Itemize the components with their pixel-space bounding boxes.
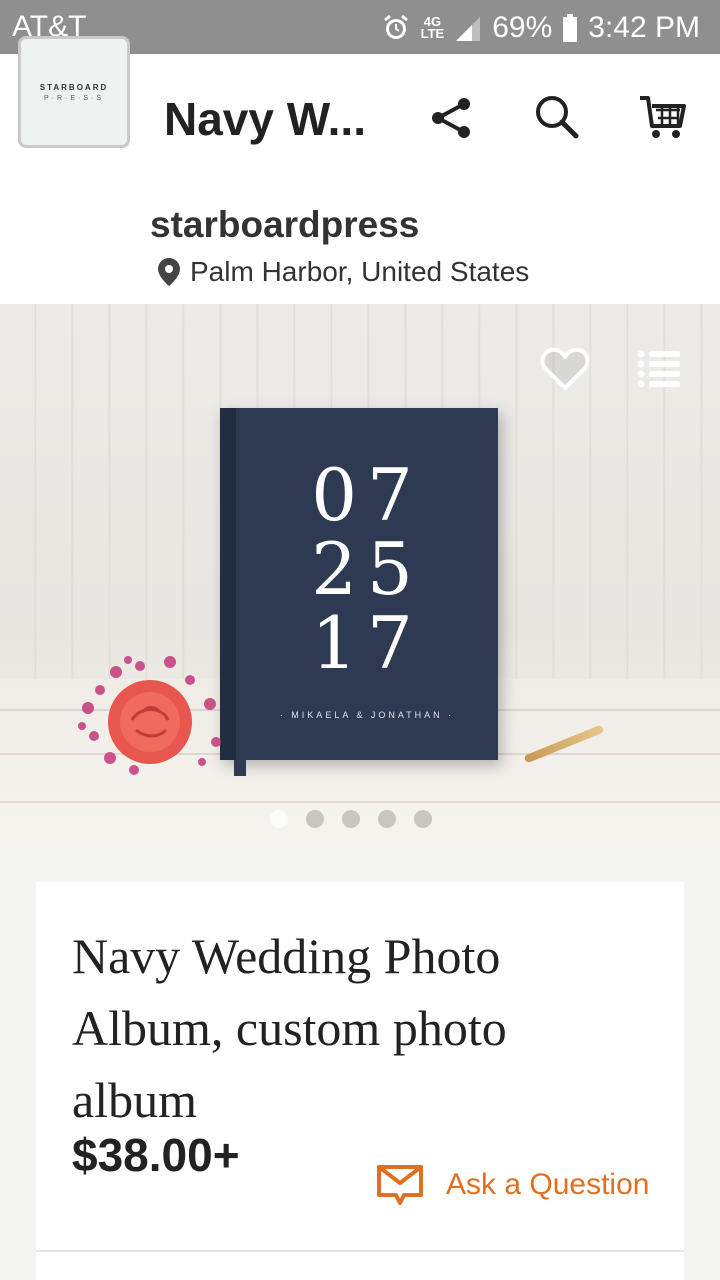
share-icon[interactable] xyxy=(424,90,480,146)
shop-logo-line1: STARBOARD xyxy=(39,82,109,92)
alarm-icon xyxy=(381,13,411,43)
next-card-edge xyxy=(36,1252,684,1280)
network-lte-icon: 4G LTE xyxy=(420,14,445,41)
location-pin-icon xyxy=(158,258,180,286)
book-ribbon xyxy=(234,760,246,776)
product-image-carousel[interactable]: 07 25 17 · MIKAELA & JONATHAN · xyxy=(0,304,720,846)
battery-percent: 69% xyxy=(492,11,553,44)
carousel-dot[interactable] xyxy=(378,810,396,828)
shop-location: Palm Harbor, United States xyxy=(158,256,529,288)
book-date: 07 25 17 xyxy=(220,458,498,680)
product-title: Navy Wedding Photo Album, custom photo a… xyxy=(72,928,507,1128)
book-date-line: 17 xyxy=(311,601,423,685)
rose-flower xyxy=(78,656,221,775)
status-icons: 4G LTE 69% 3:42 PM xyxy=(381,8,700,48)
product-details-card: Navy Wedding Photo Album, custom photo a… xyxy=(36,882,684,1252)
signal-icon xyxy=(454,15,482,41)
ask-question-label: Ask a Question xyxy=(446,1168,650,1201)
add-to-list-icon[interactable] xyxy=(636,348,682,388)
shop-name[interactable]: starboardpress xyxy=(150,204,419,246)
ask-question-button[interactable]: Ask a Question xyxy=(376,1164,649,1206)
shop-logo[interactable]: STARBOARD P·R·E·S·S xyxy=(18,36,130,148)
photo-album-book: 07 25 17 · MIKAELA & JONATHAN · xyxy=(220,408,498,760)
book-names: · MIKAELA & JONATHAN · xyxy=(279,710,455,720)
book-date-line: 07 xyxy=(311,453,423,537)
carousel-dot[interactable] xyxy=(306,810,324,828)
envelope-icon xyxy=(377,1165,423,1205)
shop-header[interactable]: starboardpress Palm Harbor, United State… xyxy=(0,180,720,304)
clock: 3:42 PM xyxy=(588,11,700,44)
product-price: $38.00+ xyxy=(72,1129,240,1181)
shop-logo-line2: P·R·E·S·S xyxy=(43,94,105,102)
carousel-indicators xyxy=(270,810,432,828)
cart-icon[interactable] xyxy=(636,90,692,146)
search-icon[interactable] xyxy=(530,90,586,146)
page-title: Navy W... xyxy=(164,93,366,145)
carousel-dot[interactable] xyxy=(414,810,432,828)
carousel-dot[interactable] xyxy=(342,810,360,828)
book-date-line: 25 xyxy=(311,527,423,611)
battery-icon xyxy=(562,14,578,42)
carousel-dot-active[interactable] xyxy=(270,810,288,828)
favorite-heart-icon[interactable] xyxy=(540,346,590,390)
shop-location-label: Palm Harbor, United States xyxy=(190,256,530,287)
